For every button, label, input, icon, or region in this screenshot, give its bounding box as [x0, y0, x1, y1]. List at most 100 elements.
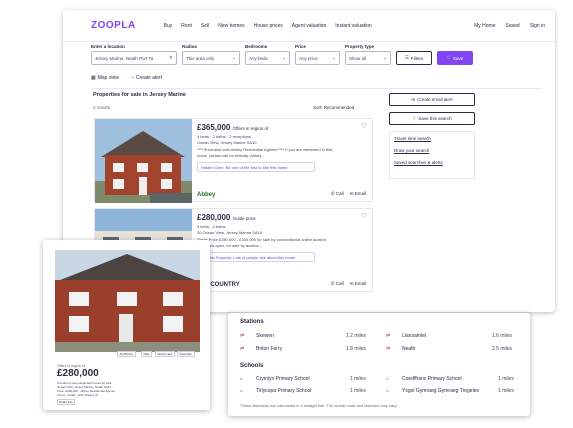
- property-type-value: Show all: [349, 55, 367, 61]
- save-search-button[interactable]: ♡ Save: [437, 51, 473, 65]
- location-input[interactable]: Jersey Marine, Neath Port Ta ✕: [91, 51, 177, 65]
- chevron-down-icon: ⌄: [331, 55, 336, 61]
- create-email-alert-button[interactable]: ✉ Create email alert: [389, 93, 475, 106]
- save-this-search-label: Save this search: [418, 116, 452, 121]
- call-button[interactable]: ✆ Call: [331, 191, 344, 197]
- listing-address: Ocean View, Jersey Marine SA10: [197, 140, 257, 145]
- listing-actions: ✆ Call ✉ Email: [331, 281, 366, 287]
- school-distance: 1 miles: [498, 376, 514, 382]
- nav-link-buy[interactable]: Buy: [164, 23, 173, 29]
- school-distance: 1 miles: [498, 388, 514, 394]
- listing-description-2: home, please call us verbally. Abbey...: [197, 153, 265, 158]
- nav-link-instant-valuation[interactable]: Instant valuation: [335, 23, 371, 29]
- station-distance: 1.6 miles: [492, 333, 513, 339]
- phone-icon: ✆: [330, 281, 335, 286]
- nav-link-house-prices[interactable]: House prices: [254, 23, 283, 29]
- school-distance: 1 miles: [350, 388, 366, 394]
- property-type-select[interactable]: Show all ⌄: [345, 51, 391, 65]
- zoopla-logo[interactable]: ZOOPLA: [91, 20, 136, 31]
- chevron-down-icon: ⌄: [231, 55, 236, 61]
- heart-icon: ♡: [412, 115, 417, 121]
- email-button[interactable]: ✉ Email: [350, 281, 366, 287]
- school-row: ⌂ Crymlyn Primary School: [240, 376, 310, 382]
- school-icon: ⌂: [386, 376, 390, 382]
- rail-icon: ⇌: [386, 333, 391, 339]
- nav-right: My Home Saved Sign in: [474, 23, 545, 29]
- schools-title: Schools: [240, 363, 264, 369]
- listing-photo[interactable]: [95, 119, 192, 203]
- nav-link-new-homes[interactable]: New homes: [218, 23, 244, 29]
- school-icon: ⌂: [240, 376, 244, 382]
- bedrooms-value: Any beds: [249, 55, 268, 61]
- top-navigation: ZOOPLA Buy Rent Sell New homes House pri…: [63, 10, 555, 42]
- map-button[interactable]: Map: [141, 351, 152, 357]
- street-view-button[interactable]: Street view: [155, 351, 175, 357]
- nav-link-rent[interactable]: Rent: [181, 23, 192, 29]
- mobile-listing-card[interactable]: 20 Photos Map Street view Floorplan Offe…: [43, 240, 210, 410]
- filters-button[interactable]: ☰ Filters: [396, 51, 432, 65]
- chevron-down-icon: ⌄: [281, 55, 286, 61]
- photos-button[interactable]: 20 Photos: [117, 351, 136, 357]
- email-button[interactable]: ✉ Email: [350, 191, 366, 197]
- create-email-alert-label: Create email alert: [417, 97, 453, 102]
- school-row: ⌂ Ysgol Gymraeg Gymraeg Tregeles: [386, 388, 479, 394]
- property-type-group: Property type Show all ⌄: [345, 43, 391, 65]
- mail-icon: ✉: [349, 281, 354, 286]
- sort-select[interactable]: Sort: Recommended: [313, 105, 354, 110]
- map-view-button[interactable]: ▦ Map view: [91, 75, 119, 81]
- draw-your-search-link[interactable]: Draw your search: [394, 148, 470, 153]
- station-name: Llansamlet: [402, 333, 427, 339]
- price-select[interactable]: Any price ⌄: [295, 51, 340, 65]
- call-button[interactable]: ✆ Call: [331, 281, 344, 287]
- price-qualifier: Guide price: [232, 216, 256, 221]
- agent-logo[interactable]: Abbey: [197, 192, 215, 198]
- nav-sign-in[interactable]: Sign in: [530, 23, 545, 29]
- mail-icon: ✉: [411, 96, 416, 102]
- nav-saved[interactable]: Saved: [506, 23, 520, 29]
- results-count: 2 results: [93, 105, 111, 110]
- school-distance: 1 miles: [350, 376, 366, 382]
- floorplan-button[interactable]: Floorplan: [177, 351, 195, 357]
- bedrooms-select[interactable]: Any beds ⌄: [245, 51, 290, 65]
- bell-icon: ◔: [130, 74, 134, 81]
- nav-link-agent-valuation[interactable]: Agent valuation: [292, 23, 326, 29]
- nav-my-home[interactable]: My Home: [474, 23, 495, 29]
- listing-address: 20 Ocean View, Jersey Marine SA10: [197, 230, 263, 235]
- bedrooms-label: Bedrooms: [245, 44, 268, 49]
- mobile-listing-photo[interactable]: [55, 250, 200, 352]
- clear-icon[interactable]: ✕: [169, 55, 173, 61]
- view-bar: ▦ Map view ◔ Create alert: [91, 72, 541, 83]
- tag-label: Hidden Gem: Be one of the first to see t…: [201, 164, 288, 170]
- save-this-search-button[interactable]: ♡ Save this search: [389, 112, 475, 125]
- price-value: £365,000: [197, 123, 231, 132]
- radius-select[interactable]: This area only ⌄: [182, 51, 240, 65]
- school-icon: ⌂: [240, 388, 244, 394]
- listing-price: £365,000 Offers in region of: [197, 123, 367, 132]
- nav-link-sell[interactable]: Sell: [201, 23, 209, 29]
- price-value: £280,000: [197, 213, 231, 222]
- station-row: ⇌ Skewen: [240, 333, 274, 339]
- school-name: Coedffranc Primary School: [402, 376, 462, 382]
- saved-searches-link[interactable]: Saved searches & alerts: [394, 160, 470, 165]
- station-distance: 1.8 miles: [346, 346, 367, 352]
- create-alert-button[interactable]: ◔ Create alert: [131, 75, 162, 81]
- listing-description: Guide Price £280,000 - £300,000 for sale…: [197, 236, 328, 242]
- school-icon: ⌂: [386, 388, 390, 394]
- price-group: Price Any price ⌄: [295, 43, 340, 65]
- listing-rooms: 3 beds · 2 baths: [197, 223, 226, 229]
- bedrooms-group: Bedrooms Any beds ⌄: [245, 43, 290, 65]
- mail-icon: ✉: [349, 191, 354, 196]
- rail-icon: ⇌: [386, 346, 391, 352]
- radius-label: Radius: [182, 44, 198, 49]
- nearby-panel: Stations ⇌ Skewen 1.2 miles ⇌ Briton Ferry…: [228, 313, 530, 416]
- station-row: ⇌ Neath: [386, 346, 415, 352]
- tag-label: Popular Property: Lots of people ask abo…: [201, 254, 296, 260]
- listing-rooms: 4 beds · 2 baths · 2 receptions: [197, 133, 252, 139]
- rail-icon: ⇌: [240, 346, 245, 352]
- location-label: Enter a location: [91, 44, 125, 49]
- travel-time-search-link[interactable]: Travel time search: [394, 136, 470, 141]
- location-value: Jersey Marine, Neath Port Ta: [95, 55, 154, 61]
- listing-tag: Popular Property: Lots of people ask abo…: [197, 252, 315, 262]
- create-alert-label: Create alert: [135, 74, 163, 81]
- listing-card[interactable]: ♡ £365,000 Offers in region of 4 beds · …: [94, 118, 373, 203]
